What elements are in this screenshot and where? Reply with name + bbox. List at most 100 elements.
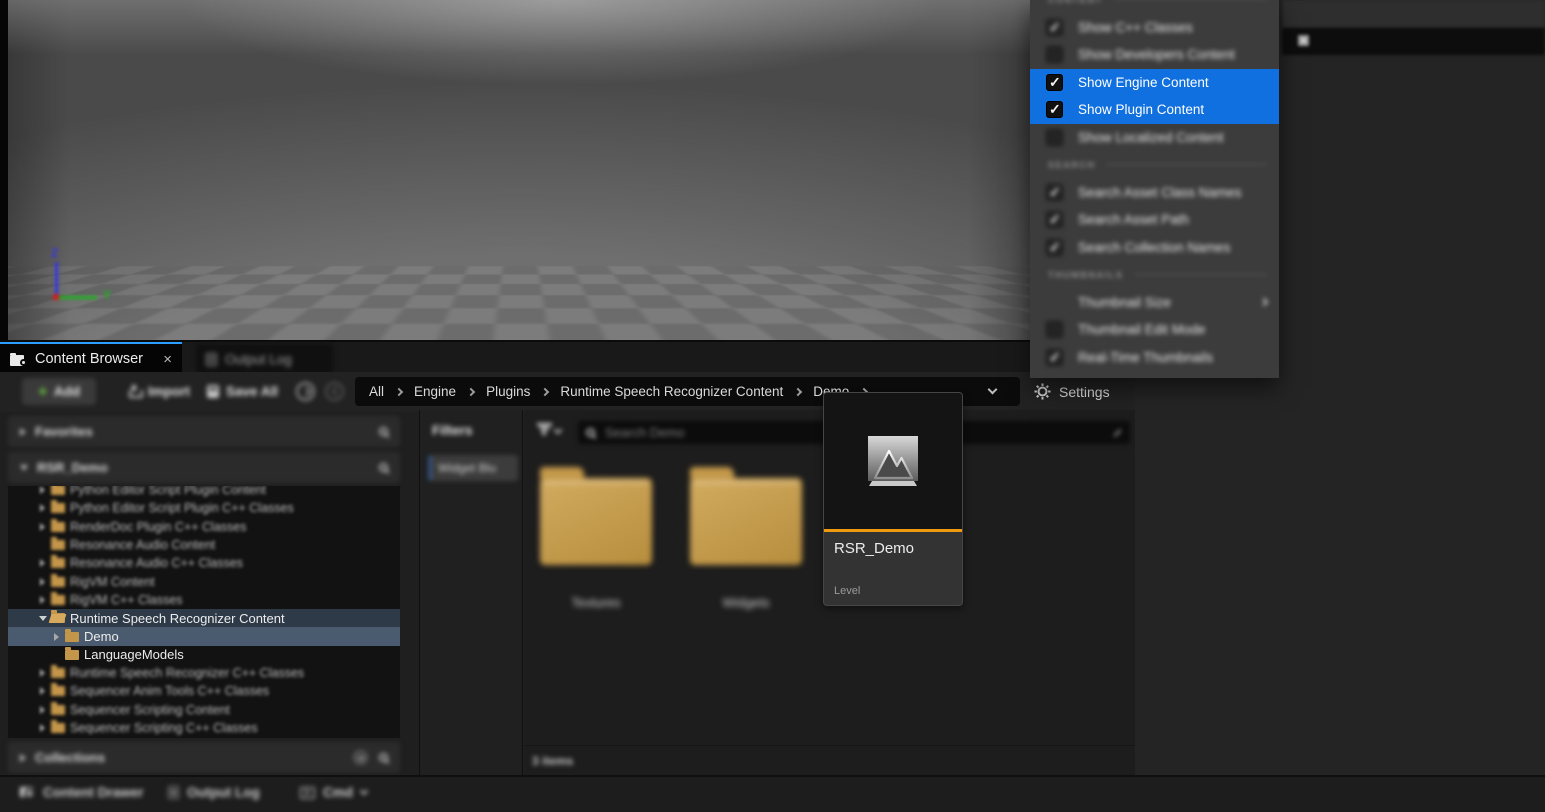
panel-tab-icon[interactable]: [1298, 35, 1309, 46]
tree-item[interactable]: Sequencer Anim Tools C++ Classes: [8, 682, 400, 700]
collapse-arrow-icon[interactable]: [20, 465, 28, 471]
tree-arrow[interactable]: [38, 724, 47, 732]
filter-chevron-icon[interactable]: [554, 426, 562, 434]
editor-status-bar: Content Drawer Output Log Cmd: [0, 775, 1545, 812]
checked-checkbox-icon[interactable]: [1046, 74, 1063, 91]
tree-item[interactable]: LanguageModels: [8, 646, 400, 664]
expand-arrow-icon[interactable]: [20, 754, 26, 762]
tab-output-log[interactable]: Output Log: [196, 344, 333, 374]
menu-item[interactable]: Show Engine Content: [1030, 69, 1279, 97]
chevron-down-icon[interactable]: [360, 787, 368, 795]
menu-item[interactable]: Search Asset Path: [1030, 206, 1279, 234]
output-log-button[interactable]: Output Log: [168, 785, 260, 800]
content-browser-window: Content Browser × Output Log + Add Impor…: [0, 340, 1135, 775]
expand-arrow-icon[interactable]: [20, 428, 26, 436]
add-collection-icon[interactable]: [354, 751, 367, 764]
menu-item[interactable]: Show Developers Content: [1030, 41, 1279, 69]
tree-item[interactable]: Python Editor Script Plugin C++ Classes: [8, 499, 400, 517]
menu-item[interactable]: Thumbnail Size: [1030, 289, 1279, 317]
settings-button[interactable]: Settings: [1034, 377, 1110, 406]
checked-checkbox-icon[interactable]: [1046, 101, 1063, 118]
asset-folder-tile[interactable]: Widgets: [690, 466, 802, 610]
asset-card-level[interactable]: RSR_DemoLevel: [823, 392, 963, 606]
menu-item[interactable]: Show Localized Content: [1030, 124, 1279, 152]
collections-header[interactable]: Collections: [8, 742, 400, 773]
level-viewport[interactable]: Z Y: [8, 0, 1030, 340]
tree-arrow[interactable]: [38, 669, 47, 677]
breadcrumb-item[interactable]: All: [369, 384, 384, 399]
tree-item[interactable]: RigVM C++ Classes: [8, 591, 400, 609]
tree-arrow[interactable]: [38, 706, 47, 714]
settings-menu-rows: CONTENTShow C++ ClassesShow Developers C…: [1030, 0, 1279, 371]
folder-icon: [51, 668, 65, 678]
favorites-header[interactable]: Favorites: [8, 416, 400, 447]
path-dropdown-chevron-icon[interactable]: [988, 385, 998, 395]
tree-item[interactable]: RigVM Content: [8, 572, 400, 590]
import-button[interactable]: Import: [127, 378, 190, 405]
search-icon[interactable]: [379, 427, 388, 436]
tree-item[interactable]: Resonance Audio Content: [8, 536, 400, 554]
collections-label: Collections: [35, 750, 105, 765]
add-button[interactable]: + Add: [22, 378, 96, 405]
rsr-demo-label: RSR_Demo: [37, 460, 108, 475]
tree-arrow[interactable]: [52, 633, 61, 641]
menu-item[interactable]: Search Asset Class Names: [1030, 179, 1279, 207]
tree-arrow[interactable]: [38, 523, 47, 531]
search-icon[interactable]: [379, 463, 388, 472]
axis-y-label: Y: [103, 288, 111, 302]
menu-item[interactable]: Search Collection Names: [1030, 234, 1279, 262]
checked-checkbox-icon[interactable]: [1046, 239, 1063, 256]
menu-item[interactable]: Thumbnail Edit Mode: [1030, 316, 1279, 344]
tab-content-browser[interactable]: Content Browser ×: [0, 342, 182, 374]
filter-chip-widget-blueprint[interactable]: Widget Blu: [428, 455, 518, 481]
content-drawer-button[interactable]: Content Drawer: [20, 785, 144, 800]
save-search-icon[interactable]: [1114, 429, 1122, 437]
tree-item-label: Sequencer Scripting C++ Classes: [70, 721, 258, 735]
filter-funnel-icon[interactable]: [536, 423, 552, 437]
checked-checkbox-icon[interactable]: [1046, 349, 1063, 366]
tree-arrow[interactable]: [38, 559, 47, 567]
history-buttons: [296, 378, 344, 405]
folder-icon: [51, 540, 65, 550]
content-browser-toolbar: + Add Import Save All All Engine Plugins Ru…: [0, 372, 1135, 412]
checked-checkbox-icon[interactable]: [1046, 184, 1063, 201]
tree-item[interactable]: Runtime Speech Recognizer C++ Classes: [8, 664, 400, 682]
breadcrumb-item[interactable]: Plugins: [486, 384, 530, 399]
forward-history-icon[interactable]: [325, 382, 344, 401]
asset-view: TexturesWidgetsRSR_DemoLevel: [525, 410, 1135, 775]
tree-item-label: Sequencer Scripting Content: [70, 703, 230, 717]
tree-item[interactable]: RenderDoc Plugin C++ Classes: [8, 518, 400, 536]
rsr-demo-header[interactable]: RSR_Demo: [8, 452, 400, 483]
breadcrumb-separator-icon: [467, 387, 475, 395]
menu-item[interactable]: Real-Time Thumbnails: [1030, 344, 1279, 372]
breadcrumb-item[interactable]: Runtime Speech Recognizer Content: [560, 384, 783, 399]
menu-item[interactable]: Show C++ Classes: [1030, 14, 1279, 42]
cmd-button[interactable]: Cmd: [300, 785, 367, 800]
checked-checkbox-icon[interactable]: [1046, 211, 1063, 228]
tree-arrow[interactable]: [38, 504, 47, 512]
tree-item[interactable]: Sequencer Scripting Content: [8, 701, 400, 719]
tree-arrow[interactable]: [38, 486, 47, 494]
tree-item[interactable]: Python Editor Script Plugin Content: [8, 486, 400, 499]
breadcrumb-item[interactable]: Engine: [414, 384, 456, 399]
menu-item[interactable]: Show Plugin Content: [1030, 96, 1279, 124]
save-all-button[interactable]: Save All: [207, 378, 278, 405]
asset-folder-tile[interactable]: Textures: [540, 466, 652, 610]
tree-arrow[interactable]: [38, 596, 47, 604]
search-icon[interactable]: [379, 753, 388, 762]
tree-item[interactable]: Demo: [8, 627, 400, 645]
tree-item[interactable]: Sequencer Scripting C++ Classes: [8, 719, 400, 737]
unchecked-checkbox-icon[interactable]: [1046, 321, 1063, 338]
tree-arrow[interactable]: [38, 578, 47, 586]
unchecked-checkbox-icon[interactable]: [1046, 46, 1063, 63]
tree-arrow[interactable]: [38, 616, 47, 621]
favorites-label: Favorites: [35, 424, 93, 439]
tree-arrow[interactable]: [38, 687, 47, 695]
tree-item-label: RigVM Content: [70, 575, 155, 589]
back-history-icon[interactable]: [296, 382, 315, 401]
unchecked-checkbox-icon[interactable]: [1046, 129, 1063, 146]
close-icon[interactable]: ×: [163, 352, 172, 367]
tree-item[interactable]: Runtime Speech Recognizer Content: [8, 609, 400, 627]
tree-item[interactable]: Resonance Audio C++ Classes: [8, 554, 400, 572]
checked-checkbox-icon[interactable]: [1046, 19, 1063, 36]
